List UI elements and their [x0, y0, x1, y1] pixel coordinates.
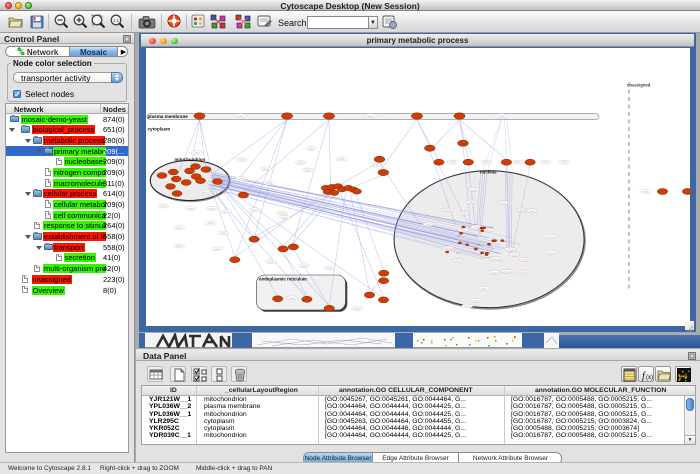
svg-text:xxxxx: xxxxx [521, 258, 528, 261]
svg-text:xxxxx: xxxxx [237, 115, 244, 118]
svg-text:mitochondrion: mitochondrion [174, 157, 205, 162]
svg-text:xxxxx: xxxxx [425, 223, 432, 226]
svg-text:xxxxx: xxxxx [308, 148, 315, 151]
svg-text:xxxxx: xxxxx [223, 211, 230, 214]
svg-text:xxxxx: xxxxx [220, 232, 227, 235]
svg-text:xxxxx: xxxxx [460, 212, 467, 215]
svg-text:xxxxx: xxxxx [201, 191, 208, 194]
svg-text:xxxxx: xxxxx [251, 209, 258, 212]
svg-text:xxxxx: xxxxx [187, 207, 194, 210]
svg-text:(x): (x) [646, 375, 653, 381]
svg-text:xxxxx: xxxxx [289, 297, 296, 300]
svg-text:xxxxx: xxxxx [468, 201, 475, 204]
svg-text:xxxxx: xxxxx [528, 210, 535, 213]
svg-text:plasma membrane: plasma membrane [147, 114, 188, 119]
svg-text:xxxxx: xxxxx [511, 253, 518, 256]
svg-text:xxxxx: xxxxx [519, 209, 526, 212]
svg-text:1:1: 1:1 [113, 18, 120, 23]
svg-text:xxxxx: xxxxx [542, 161, 549, 164]
svg-text:xxxxx: xxxxx [263, 168, 270, 171]
svg-text:xxxxx: xxxxx [176, 245, 183, 248]
svg-text:xxxxx: xxxxx [547, 251, 554, 254]
svg-text:xxxxx: xxxxx [561, 161, 568, 164]
svg-text:xxxxx: xxxxx [480, 288, 487, 291]
svg-text:xxxxx: xxxxx [499, 202, 506, 205]
svg-text:xxxxx: xxxxx [642, 191, 649, 194]
svg-text:xxxxx: xxxxx [502, 270, 509, 273]
svg-text:xxxxx: xxxxx [471, 189, 478, 192]
svg-text:xxxxx: xxxxx [238, 178, 245, 181]
svg-text:xxxxx: xxxxx [372, 164, 379, 167]
svg-text:xxxxx: xxxxx [498, 115, 505, 118]
svg-text:xxxxx: xxxxx [367, 115, 374, 118]
svg-text:xxxxx: xxxxx [546, 235, 553, 238]
svg-text:xxxxx: xxxxx [473, 300, 480, 303]
svg-text:xxxxx: xxxxx [354, 308, 361, 311]
svg-text:xxxxx: xxxxx [460, 229, 467, 232]
svg-text:nucleus: nucleus [480, 170, 497, 175]
svg-text:xxxxx: xxxxx [281, 216, 288, 219]
svg-text:xxxxx: xxxxx [514, 161, 521, 164]
svg-text:xxxxx: xxxxx [194, 152, 201, 155]
svg-text:xxxxx: xxxxx [208, 207, 215, 210]
svg-text:xxxxx: xxxxx [278, 212, 285, 215]
svg-text:cytoplasm: cytoplasm [147, 127, 170, 132]
svg-text:xxxxx: xxxxx [160, 205, 167, 208]
svg-text:xxxxx: xxxxx [214, 248, 221, 251]
svg-text:xxxxx: xxxxx [518, 271, 525, 274]
svg-text:xxxxx: xxxxx [268, 261, 275, 264]
svg-text:xxxxx: xxxxx [176, 226, 183, 229]
svg-text:xxxxx: xxxxx [464, 305, 471, 308]
svg-text:xxxxx: xxxxx [473, 226, 480, 229]
svg-text:xxxxx: xxxxx [444, 247, 451, 250]
svg-text:xxxxx: xxxxx [486, 229, 493, 232]
svg-text:xxxxx: xxxxx [207, 222, 214, 225]
svg-text:endoplasmic reticulum: endoplasmic reticulum [259, 277, 307, 282]
svg-text:unassigned: unassigned [627, 83, 651, 88]
svg-text:xxxxx: xxxxx [326, 267, 333, 270]
svg-text:xxxxx: xxxxx [492, 258, 499, 261]
svg-text:xxxxx: xxxxx [300, 265, 307, 268]
svg-text:xxxxx: xxxxx [490, 271, 497, 274]
svg-text:xxxxx: xxxxx [338, 158, 345, 161]
svg-text:xxxxx: xxxxx [507, 248, 514, 251]
svg-text:xxxxx: xxxxx [449, 161, 456, 164]
svg-text:xxxxx: xxxxx [297, 162, 304, 165]
svg-text:xxxxx: xxxxx [266, 182, 273, 185]
svg-text:xxxxx: xxxxx [304, 169, 311, 172]
svg-text:xxxxx: xxxxx [238, 159, 245, 162]
svg-text:xxxxx: xxxxx [483, 161, 490, 164]
svg-text:xxxxx: xxxxx [454, 260, 461, 263]
svg-text:xxxxx: xxxxx [444, 209, 451, 212]
